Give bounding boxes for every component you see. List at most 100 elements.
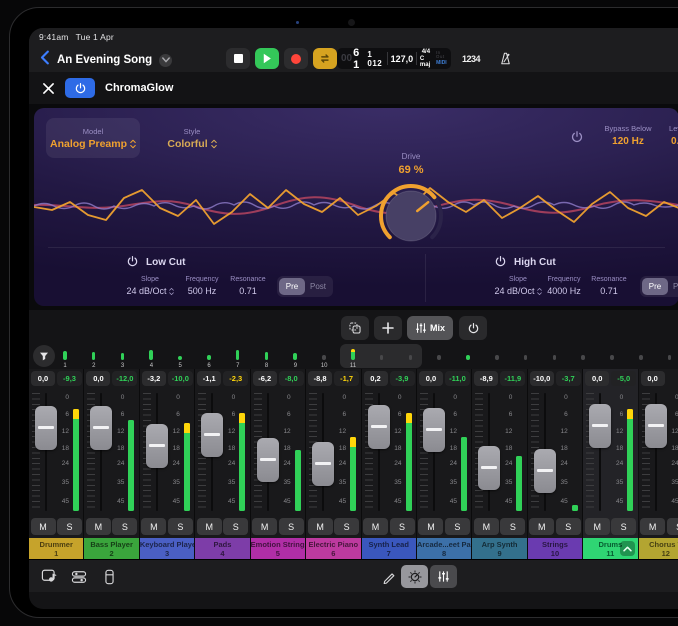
fader-handle[interactable] bbox=[645, 404, 667, 448]
overview-track[interactable]: 5 bbox=[175, 345, 185, 369]
overview-track[interactable]: 9 bbox=[290, 345, 300, 369]
mute-button[interactable]: M bbox=[418, 518, 443, 535]
volume-db-value[interactable]: 0,0 bbox=[86, 371, 110, 386]
fader-handle[interactable] bbox=[146, 424, 168, 468]
lcd-display[interactable]: 00 6 1 1 012 127,0 4/4 C maj In Out MIDI bbox=[337, 48, 451, 69]
pre-button[interactable]: Pre bbox=[279, 278, 305, 295]
track-label[interactable]: Arcade...eet Pad8 bbox=[417, 538, 471, 559]
volume-db-value[interactable]: 0,0 bbox=[641, 371, 665, 386]
overview-track[interactable]: 10 bbox=[319, 345, 329, 369]
overview-track[interactable]: 8 bbox=[262, 345, 272, 369]
solo-button[interactable]: S bbox=[500, 518, 525, 535]
mute-button[interactable]: M bbox=[308, 518, 333, 535]
mixer-view-button[interactable] bbox=[430, 565, 457, 588]
overview-track[interactable]: 11 bbox=[348, 345, 358, 369]
solo-button[interactable]: S bbox=[611, 518, 636, 535]
volume-db-value[interactable]: -8,9 bbox=[474, 371, 498, 386]
pre-button[interactable]: Pre bbox=[642, 278, 668, 295]
volume-db-value[interactable]: 0,0 bbox=[585, 371, 609, 386]
volume-db-value[interactable]: 0,0 bbox=[419, 371, 443, 386]
track-label[interactable]: Pads4 bbox=[195, 538, 249, 559]
track-label[interactable]: Strings10 bbox=[528, 538, 582, 559]
post-button[interactable]: Post bbox=[305, 278, 331, 295]
edit-button[interactable] bbox=[377, 566, 401, 587]
fader-handle[interactable] bbox=[478, 446, 500, 490]
solo-button[interactable]: S bbox=[279, 518, 304, 535]
mute-button[interactable]: M bbox=[640, 518, 665, 535]
solo-button[interactable]: S bbox=[223, 518, 248, 535]
high-cut-power-button[interactable] bbox=[494, 255, 507, 273]
fader-handle[interactable] bbox=[534, 449, 556, 493]
track-label[interactable]: Keyboard Player3 bbox=[140, 538, 194, 559]
peak-level-value[interactable]: -5,0 bbox=[611, 371, 636, 386]
count-in-button[interactable]: 1234 bbox=[456, 48, 486, 69]
back-chevron-icon[interactable] bbox=[39, 50, 50, 70]
mix-view-button[interactable]: Mix bbox=[407, 316, 453, 340]
solo-button[interactable]: S bbox=[57, 518, 82, 535]
mute-button[interactable]: M bbox=[529, 518, 554, 535]
fader-handle[interactable] bbox=[589, 404, 611, 448]
solo-button[interactable]: S bbox=[334, 518, 359, 535]
peak-level-value[interactable]: -12,0 bbox=[112, 371, 137, 386]
track-label[interactable]: Synth Lead7 bbox=[362, 538, 416, 559]
overview-track[interactable] bbox=[406, 345, 416, 369]
cycle-button[interactable] bbox=[313, 48, 337, 69]
overview-track[interactable] bbox=[636, 345, 646, 369]
track-label[interactable]: Drummer1 bbox=[29, 538, 83, 559]
mute-button[interactable]: M bbox=[252, 518, 277, 535]
mute-button[interactable]: M bbox=[474, 518, 499, 535]
fader-tool-button[interactable] bbox=[97, 566, 121, 587]
fader-handle[interactable] bbox=[368, 405, 390, 449]
solo-button[interactable]: S bbox=[112, 518, 137, 535]
solo-button[interactable]: S bbox=[556, 518, 581, 535]
track-label[interactable]: Drums11 bbox=[583, 538, 637, 559]
low-cut-pre-post-toggle[interactable]: Pre Post bbox=[277, 276, 333, 297]
fader-handle[interactable] bbox=[312, 442, 334, 486]
play-button[interactable] bbox=[255, 48, 279, 69]
volume-db-value[interactable]: -6,2 bbox=[253, 371, 277, 386]
overview-track[interactable] bbox=[665, 345, 675, 369]
solo-button[interactable]: S bbox=[445, 518, 470, 535]
low-cut-power-button[interactable] bbox=[126, 255, 139, 273]
smart-controls-button[interactable] bbox=[401, 565, 428, 588]
song-menu-button[interactable] bbox=[159, 54, 172, 67]
overview-track[interactable]: 7 bbox=[233, 345, 243, 369]
peak-level-value[interactable]: -11,0 bbox=[445, 371, 470, 386]
stop-button[interactable] bbox=[226, 48, 250, 69]
high-cut-pre-post-toggle[interactable]: Pre Post bbox=[640, 276, 678, 297]
volume-db-value[interactable]: -8,8 bbox=[308, 371, 332, 386]
filter-button[interactable] bbox=[33, 345, 55, 367]
solo-button[interactable]: S bbox=[667, 518, 678, 535]
close-plugin-button[interactable] bbox=[43, 81, 54, 99]
fader-handle[interactable] bbox=[35, 406, 57, 450]
volume-db-value[interactable]: -1,1 bbox=[197, 371, 221, 386]
high-cut-resonance[interactable]: Resonance 0.71 bbox=[577, 276, 641, 296]
mute-button[interactable]: M bbox=[31, 518, 56, 535]
add-track-button[interactable] bbox=[374, 316, 402, 340]
peak-level-value[interactable]: -2,3 bbox=[223, 371, 248, 386]
peak-level-value[interactable]: -9,3 bbox=[57, 371, 82, 386]
plugin-power-button[interactable] bbox=[65, 78, 95, 98]
peak-level-value[interactable]: -8,0 bbox=[279, 371, 304, 386]
browser-button[interactable] bbox=[37, 566, 61, 587]
overview-track[interactable] bbox=[607, 345, 617, 369]
mute-button[interactable]: M bbox=[86, 518, 111, 535]
fader-handle[interactable] bbox=[90, 406, 112, 450]
volume-db-value[interactable]: 0,0 bbox=[31, 371, 55, 386]
peak-level-value[interactable]: -11,9 bbox=[500, 371, 525, 386]
peak-level-value[interactable]: -10,0 bbox=[168, 371, 193, 386]
track-label[interactable]: Arp Synth9 bbox=[472, 538, 526, 559]
mute-button[interactable]: M bbox=[585, 518, 610, 535]
track-label[interactable]: Electric Piano6 bbox=[306, 538, 360, 559]
style-selector[interactable]: Style Colorful bbox=[150, 118, 234, 158]
post-button[interactable]: Post bbox=[668, 278, 678, 295]
duplicate-button[interactable] bbox=[341, 316, 369, 340]
overview-track[interactable]: 2 bbox=[89, 345, 99, 369]
mute-button[interactable]: M bbox=[141, 518, 166, 535]
level-control[interactable]: Level 0.0 bbox=[648, 124, 678, 147]
low-cut-resonance[interactable]: Resonance 0.71 bbox=[216, 276, 280, 296]
mute-button[interactable]: M bbox=[363, 518, 388, 535]
overview-track[interactable] bbox=[550, 345, 560, 369]
song-title[interactable]: An Evening Song bbox=[57, 54, 152, 66]
record-button[interactable] bbox=[284, 48, 308, 69]
